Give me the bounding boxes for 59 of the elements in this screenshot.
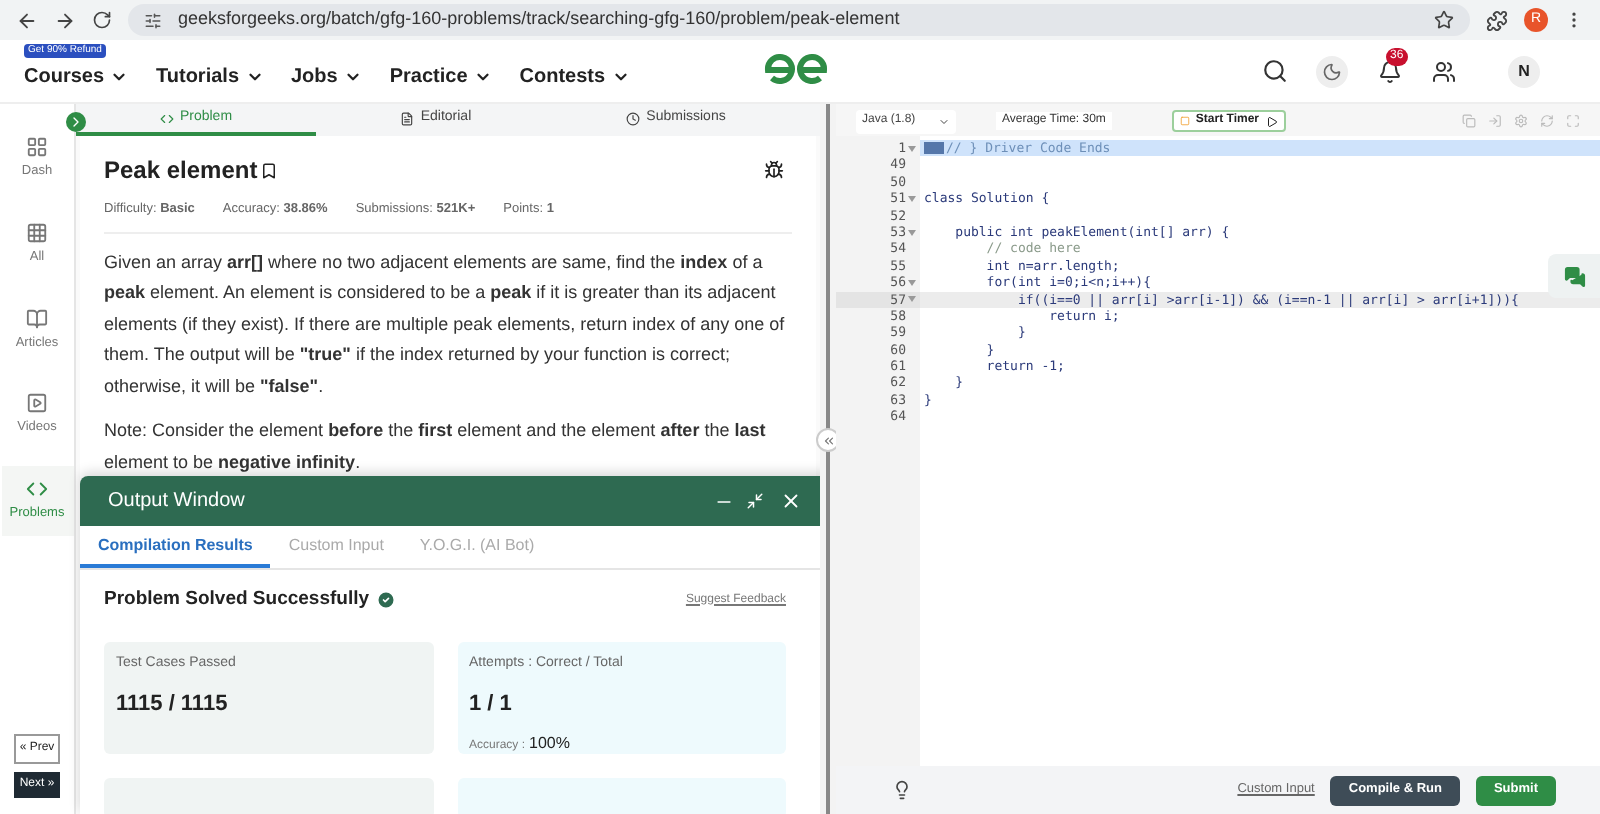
problem-paragraph: Given an array arr[] where no two adjacent elements are same, find the index of a peak element. An element is considered to be a peak if it is greater than its adjacent elements (if they exist). If there are multiple peak elements, return index of any one of them. The output will be "true" if the index returned by your function is correct; otherwise, it will be "false". xyxy=(104,249,787,400)
card-value: 1 / 1 xyxy=(469,689,514,720)
dashboard-icon xyxy=(26,136,48,158)
problem-paragraph: Note: Consider the element before the first element and the element after the last element to be negative infinity. xyxy=(104,418,768,476)
chat-button[interactable] xyxy=(1548,254,1600,298)
close-icon[interactable] xyxy=(780,490,802,512)
check-icon xyxy=(375,590,396,611)
back-icon[interactable] xyxy=(16,9,38,31)
output-tab[interactable]: Compilation Results xyxy=(80,526,271,568)
book-icon xyxy=(26,307,48,329)
search-icon[interactable] xyxy=(1262,58,1288,84)
chevron-icon xyxy=(343,68,362,86)
logo-icon xyxy=(764,54,828,86)
square-icon xyxy=(1179,116,1190,126)
code-icon xyxy=(26,478,48,500)
theme-toggle[interactable] xyxy=(1316,55,1348,87)
nav-menu-item[interactable]: Tutorials xyxy=(156,62,263,92)
chevron-icon xyxy=(68,114,84,130)
dropdown-icon xyxy=(938,115,950,127)
star-icon[interactable] xyxy=(1434,10,1454,30)
forward-icon[interactable] xyxy=(54,9,76,31)
lightbulb-icon[interactable] xyxy=(892,780,912,800)
site-settings-icon[interactable] xyxy=(144,11,162,29)
code-icon xyxy=(159,111,174,125)
clock-icon xyxy=(626,111,641,125)
fold-icon[interactable] xyxy=(907,145,915,152)
play-icon xyxy=(1265,115,1277,127)
extensions-icon[interactable] xyxy=(1486,9,1508,31)
user-avatar[interactable]: N xyxy=(1508,55,1540,87)
bug-icon[interactable] xyxy=(764,160,784,180)
address-bar[interactable]: geeksforgeeks.org/batch/gfg-160-problems/track/searching-gfg-160/problem/peak-element xyxy=(128,4,1470,36)
nav-menu-item[interactable]: Courses xyxy=(24,62,129,92)
chat-icon xyxy=(1563,265,1585,287)
nav-menu-item[interactable]: Jobs xyxy=(291,62,362,92)
fold-icon[interactable] xyxy=(907,195,915,202)
fold-icon[interactable] xyxy=(907,229,915,236)
card-value: 1115 / 1115 xyxy=(116,689,230,720)
bookmark-icon[interactable] xyxy=(259,161,278,179)
chevron-icon xyxy=(245,68,263,86)
people-icon[interactable] xyxy=(1432,59,1456,83)
selection-mark xyxy=(924,142,944,155)
nav-menu-item[interactable]: Contests xyxy=(519,62,630,92)
fold-icon[interactable] xyxy=(907,279,915,286)
url-text: geeksforgeeks.org/batch/gfg-160-problems/track/searching-gfg-160/problem/peak-element xyxy=(178,6,900,33)
status-text: Problem Solved Successfully xyxy=(104,586,370,614)
video-icon xyxy=(26,392,48,415)
grid-icon xyxy=(26,221,48,244)
moon-icon xyxy=(1322,61,1342,81)
chevron-icon xyxy=(110,68,129,86)
bell-icon[interactable] xyxy=(1378,59,1402,83)
nav-menu-item[interactable]: Practice xyxy=(389,62,492,92)
chevron-icon xyxy=(473,68,492,86)
document-icon xyxy=(400,111,415,125)
collapse-icon[interactable] xyxy=(746,492,764,510)
problem-title: Peak element xyxy=(104,154,258,188)
output-window-title: Output Window xyxy=(108,488,245,516)
reload-icon[interactable] xyxy=(92,10,112,30)
chevron-icon xyxy=(611,68,630,86)
accuracy-value: 100% xyxy=(529,732,570,757)
